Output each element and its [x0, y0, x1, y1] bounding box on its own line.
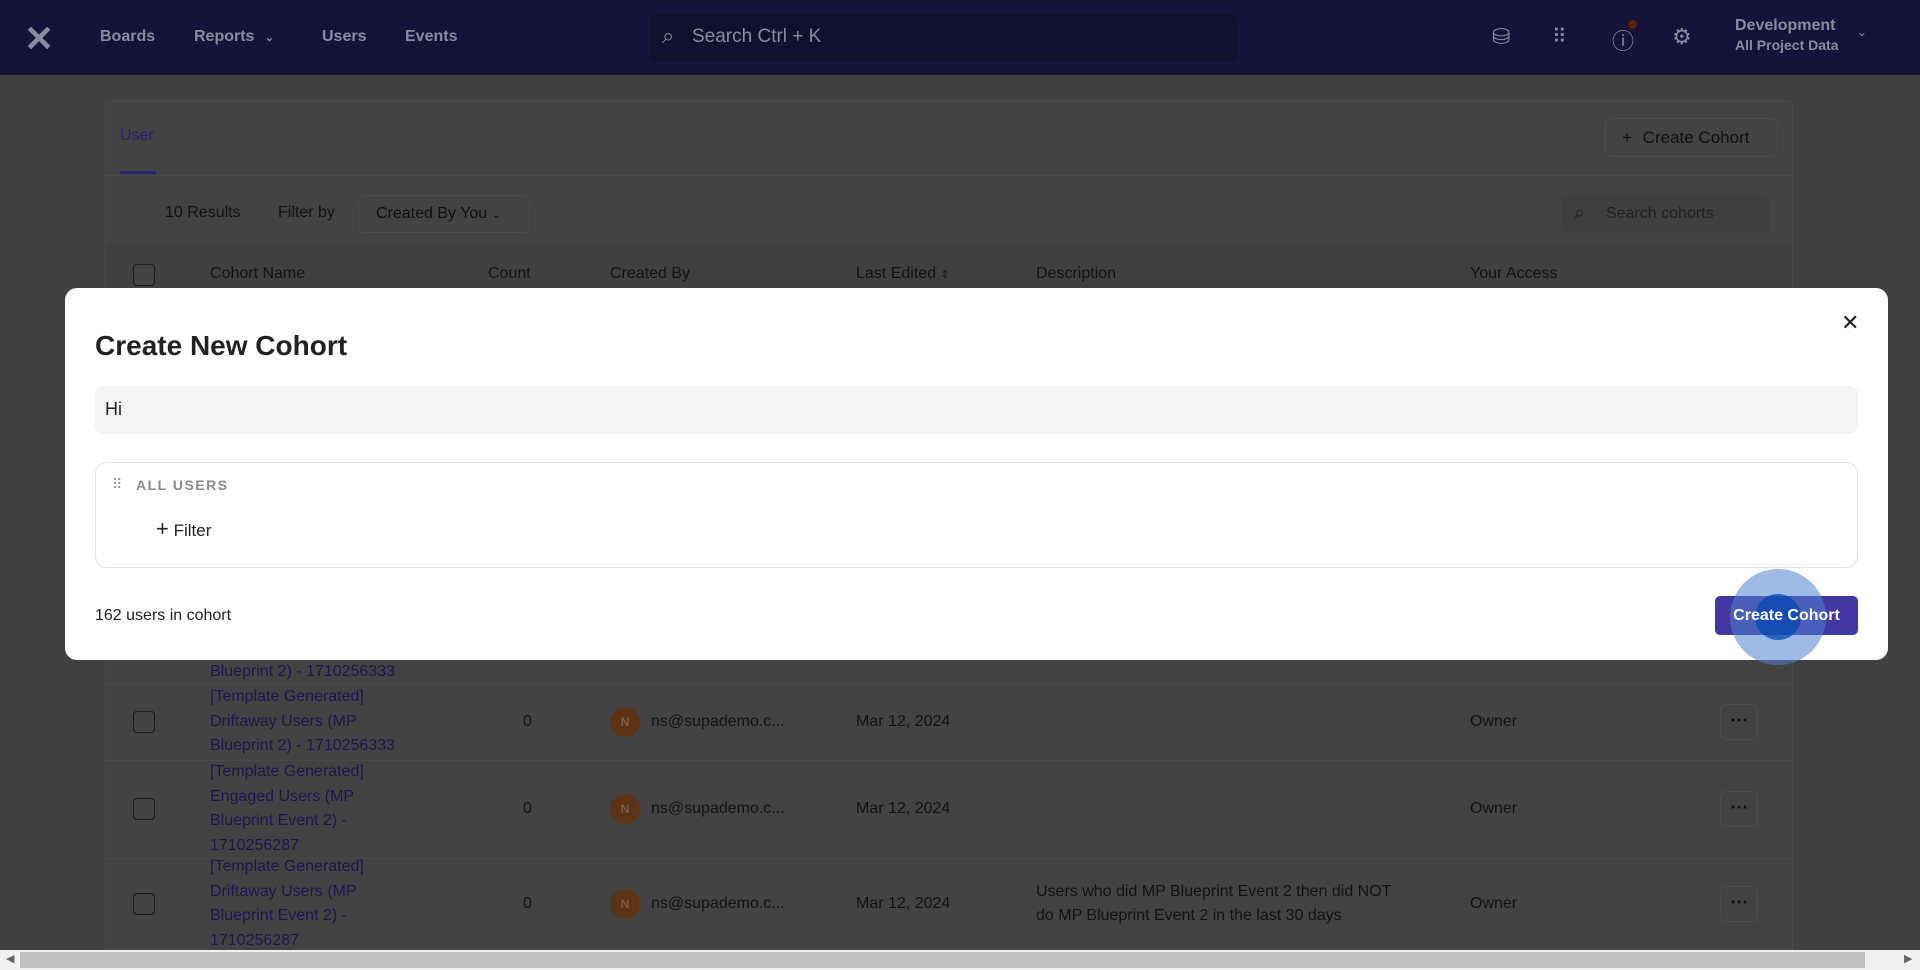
modal-title: Create New Cohort: [95, 330, 348, 361]
cohort-name-line: Engaged Users (MP: [210, 787, 355, 805]
row-checkbox[interactable]: [133, 798, 155, 820]
col-cohort-name[interactable]: Cohort Name: [210, 265, 305, 283]
avatar: N: [610, 794, 640, 824]
description-line: do MP Blueprint Event 2 in the last 30 d…: [1036, 907, 1342, 924]
create-cohort-button[interactable]: + Create Cohort: [1605, 118, 1778, 157]
nav-boards[interactable]: Boards: [100, 28, 155, 46]
row-more-button[interactable]: ⋯: [1720, 886, 1758, 922]
nav-reports-label: Reports: [194, 28, 255, 45]
search-icon: ⌕: [1574, 202, 1586, 224]
row-created-by: ns@supademo.c...: [651, 713, 785, 730]
sort-icon: ⇕: [940, 269, 950, 281]
apps-grid-icon[interactable]: ⠿: [1552, 24, 1567, 49]
create-cohort-label: Create Cohort: [1642, 128, 1750, 147]
project-name: Development: [1735, 17, 1836, 34]
cohort-size: 162 users in cohort: [95, 607, 232, 624]
cohort-name-input[interactable]: Hi: [95, 386, 1858, 434]
gear-icon[interactable]: ⚙: [1672, 24, 1692, 50]
tab-divider: [106, 175, 1792, 176]
create-cohort-submit-label[interactable]: Create Cohort: [1715, 596, 1858, 635]
row-count: 0: [523, 800, 532, 817]
description-line: Users who did MP Blueprint Event 2 then …: [1036, 882, 1392, 900]
mixpanel-logo[interactable]: ✕: [24, 18, 54, 60]
filter-by-label: Filter by: [278, 204, 335, 221]
row-count: 0: [523, 895, 532, 912]
chevron-down-icon: ⌄: [1857, 25, 1868, 39]
row-access: Owner: [1470, 895, 1518, 912]
cohort-name-line: Blueprint Event 2) -: [210, 907, 347, 924]
add-filter-button[interactable]: + Filter: [156, 516, 211, 542]
row-more-button[interactable]: ⋯: [1720, 791, 1758, 827]
cohort-name-link[interactable]: [Template Generated] Driftaway Users (MP B…: [210, 685, 410, 759]
project-sub: All Project Data: [1735, 37, 1839, 53]
row-last-edited: Mar 12, 2024: [856, 800, 951, 817]
filter-value: Created By You: [376, 205, 488, 222]
row-checkbox[interactable]: [133, 893, 155, 915]
cohort-name-line: Blueprint Event 2) -: [210, 812, 347, 829]
cohort-name-line: [Template Generated]: [210, 858, 364, 875]
project-switcher[interactable]: Development All Project Data ⌄: [1735, 17, 1867, 53]
row-checkbox[interactable]: [133, 711, 155, 733]
nav-users[interactable]: Users: [322, 28, 366, 46]
global-search[interactable]: ⌕ Search Ctrl + K: [650, 14, 1237, 62]
row-created-by: ns@supademo.c...: [651, 895, 785, 912]
row-description: Users who did MP Blueprint Event 2 then …: [1036, 880, 1391, 929]
chevron-down-icon: ⌄: [264, 32, 275, 44]
select-all-checkbox[interactable]: [133, 264, 155, 286]
notification-dot: [1628, 20, 1637, 29]
cohort-name-line: [Template Generated]: [210, 688, 364, 706]
group-label: ALL USERS: [136, 477, 229, 493]
top-nav: ✕ Boards Reports ⌄ Users Events ⌕ Search…: [0, 0, 1920, 75]
row-last-edited: Mar 12, 2024: [856, 713, 951, 730]
search-cohorts-placeholder: Search cohorts: [1606, 205, 1714, 222]
row-access: Owner: [1470, 713, 1518, 730]
tab-underline: [120, 171, 156, 174]
row-count: 0: [523, 713, 532, 730]
nav-reports[interactable]: Reports ⌄: [194, 28, 274, 46]
cohort-name-line: Driftaway Users (MP: [210, 882, 357, 900]
col-created-by[interactable]: Created By: [610, 265, 690, 283]
search-cohorts-input[interactable]: ⌕ Search cohorts: [1562, 195, 1770, 233]
data-settings-icon[interactable]: ⛁: [1492, 24, 1510, 50]
cohort-name-line: Driftaway Users (MP: [210, 712, 357, 730]
col-last-edited[interactable]: Last Edited ⇕: [856, 265, 950, 283]
col-your-access: Your Access: [1470, 265, 1558, 282]
cohort-name-link[interactable]: [Template Generated] Engaged Users (MP Blu…: [210, 760, 410, 858]
cohort-name-line: [Template Generated]: [210, 763, 364, 780]
avatar: N: [610, 889, 640, 919]
search-icon: ⌕: [662, 23, 675, 48]
cohort-name-line: Blueprint 2) - 1710256333: [210, 737, 396, 755]
row-last-edited: Mar 12, 2024: [856, 895, 951, 912]
search-placeholder: Search Ctrl + K: [692, 26, 822, 47]
results-count: 10 Results: [165, 204, 241, 221]
plus-icon: +: [156, 516, 169, 541]
scroll-right-icon[interactable]: ▶: [1904, 952, 1912, 965]
close-icon[interactable]: ✕: [1841, 310, 1859, 336]
col-description: Description: [1036, 265, 1117, 282]
add-filter-label: Filter: [173, 521, 212, 540]
drag-handle-icon[interactable]: ⠿: [112, 476, 122, 493]
filter-group: ⠿ ALL USERS + Filter: [95, 462, 1858, 568]
cohort-name-link[interactable]: [Template Generated] Driftaway Users (MP B…: [210, 855, 410, 953]
row-created-by: ns@supademo.c...: [651, 800, 785, 817]
row-access: Owner: [1470, 800, 1518, 817]
help-icon[interactable]: ⓘ: [1612, 20, 1637, 56]
create-cohort-modal: Create New Cohort ✕ Hi ⠿ ALL USERS + Fil…: [65, 288, 1888, 665]
scroll-left-icon[interactable]: ◀: [6, 952, 14, 965]
scrollbar-thumb[interactable]: [20, 952, 1865, 968]
partial-row-name[interactable]: Blueprint 2) - 1710256333: [210, 660, 410, 685]
filter-dropdown[interactable]: Created By You ⌄: [358, 195, 530, 233]
col-count[interactable]: Count: [488, 265, 531, 283]
avatar: N: [610, 707, 640, 737]
tab-user[interactable]: User: [120, 127, 154, 145]
plus-icon: +: [1622, 128, 1632, 147]
nav-events[interactable]: Events: [405, 28, 457, 46]
row-more-button[interactable]: ⋯: [1720, 704, 1758, 740]
col-last-edited-label: Last Edited: [856, 265, 937, 282]
chevron-down-icon: ⌄: [491, 209, 501, 221]
horizontal-scrollbar[interactable]: ◀ ▶: [0, 950, 1920, 970]
